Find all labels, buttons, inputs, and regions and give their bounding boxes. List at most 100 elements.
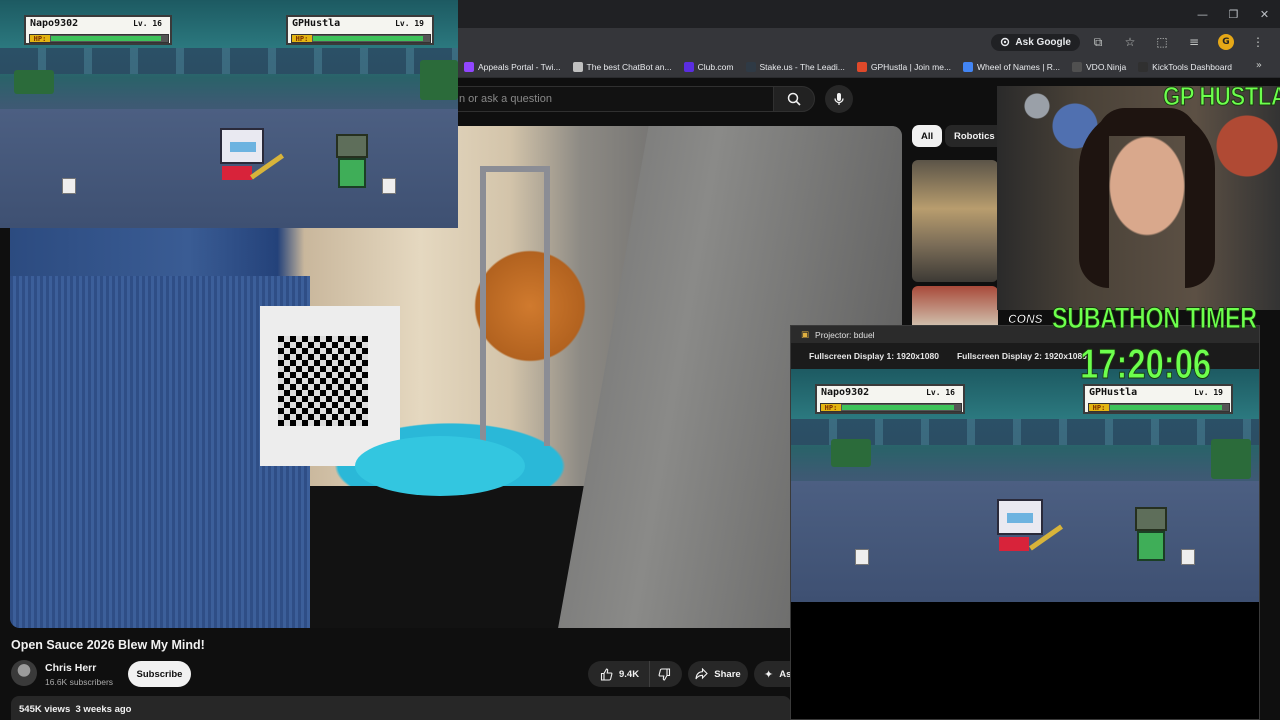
search-input[interactable]: n or ask a question — [440, 86, 773, 112]
video-title: Open Sauce 2026 Blew My Mind! — [11, 638, 205, 652]
close-window-button[interactable]: ✕ — [1249, 0, 1280, 28]
window-controls: — ❐ ✕ — [1187, 0, 1280, 28]
player1-hp-panel: Napo9302 Lv. 16 HP: — [24, 15, 172, 45]
cat-sprite — [855, 549, 869, 565]
bookmark-label: The best ChatBot an... — [586, 62, 672, 72]
bookmark-list: Appeals Portal - Twi... The best ChatBot … — [458, 56, 1238, 78]
bookmark-item[interactable]: Wheel of Names | R... — [957, 62, 1066, 72]
bookmark-label: Stake.us - The Leadi... — [759, 62, 845, 72]
bookmark-item[interactable]: VDO.Ninja — [1066, 62, 1132, 72]
channel-avatar[interactable] — [11, 660, 37, 686]
menu-fullscreen-display-1[interactable]: Fullscreen Display 1: 1920x1080 — [809, 351, 939, 361]
like-button[interactable]: 9.4K — [588, 661, 651, 687]
hp-label: HP: — [292, 35, 312, 43]
ask-google-label: Ask Google — [1015, 36, 1071, 48]
kicktools-icon — [1138, 62, 1149, 72]
wheel-icon — [963, 62, 974, 72]
cat-sprite — [1181, 549, 1195, 565]
like-count: 9.4K — [619, 668, 640, 680]
bookmark-label: KickTools Dashboard — [1152, 62, 1233, 72]
bookmark-label: GPHustla | Join me... — [870, 62, 952, 72]
subscribe-button[interactable]: Subscribe — [128, 661, 191, 687]
hp-label: HP: — [30, 35, 50, 43]
search-icon — [787, 92, 801, 106]
player1-hp-fill — [842, 405, 955, 410]
minimize-button[interactable]: — — [1187, 0, 1218, 28]
microphone-icon — [834, 93, 844, 105]
twitch-icon — [464, 62, 474, 72]
bookmark-item[interactable]: Stake.us - The Leadi... — [740, 62, 851, 72]
like-dislike-group: 9.4K — [588, 661, 682, 687]
video-description-header[interactable]: 545K views 3 weeks ago — [11, 696, 791, 720]
streamer-name-label: GP HUSTLA — [1163, 81, 1280, 112]
recommended-video-thumbnail[interactable] — [912, 160, 998, 282]
menu-fullscreen-display-2[interactable]: Fullscreen Display 2: 1920x1080 — [957, 351, 1087, 361]
bookmark-label: VDO.Ninja — [1086, 62, 1127, 72]
toolbar-actions: Ask Google ⧉ ☆ ⬚ ≡ G ⋮ — [991, 28, 1272, 56]
dislike-button[interactable] — [650, 667, 679, 681]
player2-hp-bar: HP: — [1088, 403, 1230, 412]
subathon-label: SUBATHON TIMER — [1052, 302, 1258, 336]
battle-overlay: Napo9302 Lv. 16 HP: GPHustla Lv. 19 HP: — [0, 0, 458, 228]
video-frame-content — [480, 166, 550, 446]
cat-sprite — [62, 178, 76, 194]
player1-hp-bar: HP: — [820, 403, 962, 412]
vdoninja-icon — [1072, 62, 1083, 72]
bookmark-star-icon[interactable]: ☆ — [1116, 31, 1144, 53]
kebab-menu-icon[interactable]: ⋮ — [1244, 31, 1272, 53]
media-queue-icon[interactable]: ≡ — [1180, 31, 1208, 53]
cat-sprite — [382, 178, 396, 194]
profile-button[interactable]: G — [1212, 31, 1240, 53]
lens-icon — [1001, 37, 1010, 47]
search-placeholder: n or ask a question — [459, 93, 552, 105]
bookmark-label: Wheel of Names | R... — [977, 62, 1061, 72]
player2-level: Lv. 19 — [1194, 388, 1223, 397]
cast-icon[interactable]: ⧉ — [1084, 31, 1112, 53]
player2-hp-fill — [313, 36, 424, 41]
share-button[interactable]: Share — [688, 661, 748, 687]
player2-hp-bar: HP: — [291, 34, 431, 43]
player1-level: Lv. 16 — [926, 388, 955, 397]
stake-icon — [745, 62, 756, 72]
extensions-icon[interactable]: ⬚ — [1148, 31, 1176, 53]
webcam-streamer — [1097, 108, 1197, 136]
club-icon — [683, 62, 694, 72]
search-button[interactable] — [773, 86, 815, 112]
chip-all[interactable]: All — [912, 125, 943, 147]
bookmark-item[interactable]: Club.com — [678, 62, 740, 72]
channel-name[interactable]: Chris Herr — [45, 662, 96, 674]
knight-visor — [1007, 513, 1033, 523]
restore-button[interactable]: ❐ — [1218, 0, 1249, 28]
player1-hp-panel: Napo9302 Lv. 16 HP: — [815, 384, 965, 414]
knight-cape — [222, 166, 252, 180]
bookmark-item[interactable]: GPHustla | Join me... — [851, 62, 957, 72]
projector-battle-view: Napo9302 Lv. 16 HP: GPHustla Lv. 19 HP: — [791, 369, 1259, 602]
voice-search-button[interactable] — [825, 85, 853, 113]
player2-hp-panel: GPHustla Lv. 19 HP: — [286, 15, 434, 45]
thumbnail-caption: CONS — [1008, 312, 1043, 327]
player2-hp-panel: GPHustla Lv. 19 HP: — [1083, 384, 1233, 414]
ask-google-button[interactable]: Ask Google — [991, 33, 1080, 51]
bookmark-label: Appeals Portal - Twi... — [478, 62, 561, 72]
tree — [1211, 439, 1251, 479]
goblin-head — [1135, 507, 1167, 531]
goblin-body — [1137, 531, 1165, 561]
bookmark-item[interactable]: KickTools Dashboard — [1132, 62, 1238, 72]
projector-app-icon: ▣ — [801, 329, 810, 340]
avatar: G — [1218, 34, 1234, 50]
knight-sprite — [220, 128, 290, 188]
goblin-sprite — [1133, 507, 1173, 565]
goblin-body — [338, 158, 366, 188]
sparkle-icon: ✦ — [764, 667, 774, 681]
bookmark-item[interactable]: Appeals Portal - Twi... — [458, 62, 567, 72]
recommended-video-thumbnail[interactable] — [912, 286, 998, 326]
views-and-date: 545K views 3 weeks ago — [19, 704, 132, 715]
share-label: Share — [714, 668, 741, 680]
battle-wall — [0, 48, 458, 74]
hp-label: HP: — [1089, 404, 1109, 412]
projector-title: Projector: bduel — [815, 329, 875, 340]
player2-level: Lv. 19 — [395, 19, 424, 28]
chip-robotics[interactable]: Robotics — [945, 125, 1004, 147]
bookmarks-overflow-icon[interactable]: » — [1256, 60, 1262, 71]
bookmark-item[interactable]: The best ChatBot an... — [567, 62, 678, 72]
